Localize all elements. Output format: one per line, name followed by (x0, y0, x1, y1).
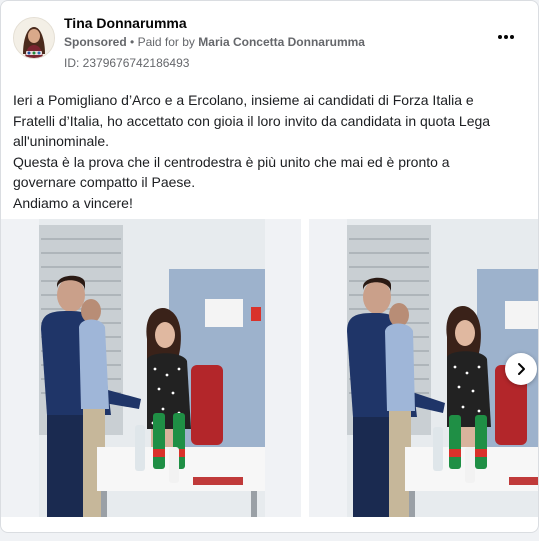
paid-for-name: Maria Concetta Donnarumma (198, 35, 365, 49)
chevron-right-icon (518, 363, 525, 375)
ad-id: ID: 2379676742186493 (64, 56, 190, 70)
image-carousel (1, 219, 538, 517)
author-name[interactable]: Tina Donnarumma (64, 15, 187, 31)
meta-separator: • (130, 35, 135, 49)
paid-for-prefix: Paid for by (137, 35, 195, 49)
more-horizontal-icon (498, 35, 514, 39)
post-header: Tina Donnarumma Sponsored • Paid for by … (13, 13, 526, 73)
carousel-slide-1[interactable] (1, 219, 301, 517)
post-text-line: Andiamo a vincere! (13, 194, 133, 211)
event-photo-image (309, 219, 538, 517)
more-options-button[interactable] (494, 27, 518, 47)
carousel-slide-2[interactable] (309, 219, 538, 517)
ad-meta: Sponsored • Paid for by Maria Concetta D… (64, 35, 365, 49)
event-photo-image (1, 219, 301, 517)
author-avatar[interactable] (13, 17, 55, 59)
sponsored-label: Sponsored (64, 35, 127, 49)
ad-card: Tina Donnarumma Sponsored • Paid for by … (0, 0, 539, 533)
carousel-next-button[interactable] (505, 353, 537, 385)
post-text-line: Ieri a Pomigliano d’Arco e a Ercolano, i… (13, 92, 491, 149)
post-text-line: Questa è la prova che il centrodestra è … (13, 153, 450, 191)
post-text: Ieri a Pomigliano d’Arco e a Ercolano, i… (13, 90, 513, 213)
avatar-portrait-icon (14, 18, 54, 58)
